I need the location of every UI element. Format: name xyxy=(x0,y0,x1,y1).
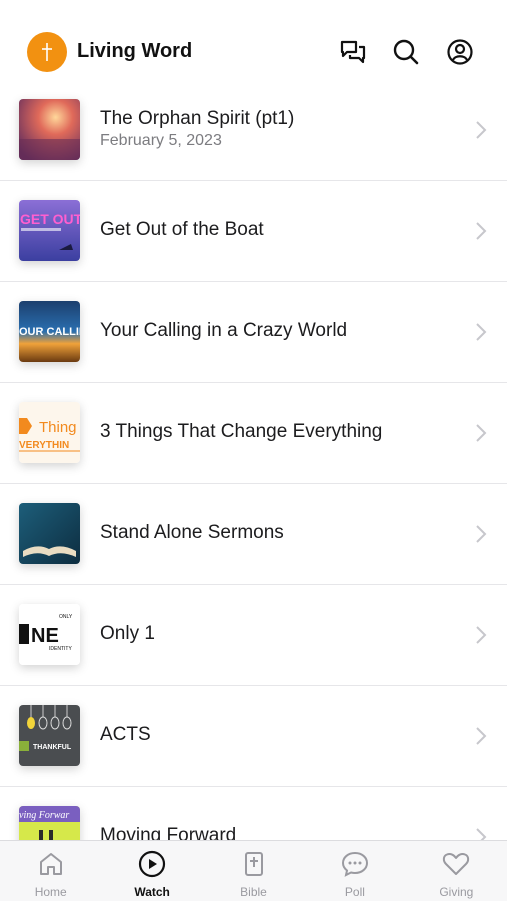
chevron-right-icon xyxy=(476,525,487,543)
series-thumbnail xyxy=(19,99,80,160)
tab-label: Poll xyxy=(344,885,365,899)
list-item[interactable]: OUR CALLIN Your Calling in a Crazy World xyxy=(0,282,507,383)
profile-icon xyxy=(447,39,473,65)
series-thumbnail: GET OUT xyxy=(19,200,80,261)
svg-text:IDENTITY: IDENTITY xyxy=(49,646,72,652)
item-title: Stand Alone Sermons xyxy=(100,522,284,543)
item-title: The Orphan Spirit (pt1) xyxy=(100,108,295,129)
tab-label: Bible xyxy=(240,885,267,899)
app-header: Living Word xyxy=(0,0,507,92)
series-thumbnail: THANKFUL xyxy=(19,705,80,766)
list-item[interactable]: The Orphan Spirit (pt1) February 5, 2023 xyxy=(0,80,507,181)
tab-home[interactable]: Home xyxy=(0,841,101,901)
series-thumbnail: Thing VERYTHIN xyxy=(19,402,80,463)
tab-label: Watch xyxy=(134,885,170,899)
list-item[interactable]: ONLY NE IDENTITY Only 1 xyxy=(0,585,507,686)
item-title: 3 Things That Change Everything xyxy=(100,421,383,442)
svg-text:ONLY: ONLY xyxy=(59,614,73,620)
tab-bible[interactable]: Bible xyxy=(203,841,304,901)
search-icon xyxy=(393,39,419,65)
tab-poll[interactable]: Poll xyxy=(304,841,405,901)
svg-text:VERYTHIN: VERYTHIN xyxy=(19,440,69,451)
search-button[interactable] xyxy=(391,37,421,67)
list-item[interactable]: Thing VERYTHIN 3 Things That Change Ever… xyxy=(0,383,507,484)
chat-bubbles-icon xyxy=(340,40,366,64)
chevron-right-icon xyxy=(476,323,487,341)
chevron-right-icon xyxy=(476,121,487,139)
item-title: Your Calling in a Crazy World xyxy=(100,320,348,341)
series-thumbnail: ONLY NE IDENTITY xyxy=(19,604,80,665)
sermon-series-list: The Orphan Spirit (pt1) February 5, 2023… xyxy=(0,80,507,888)
svg-text:NE: NE xyxy=(31,625,59,647)
item-title: Get Out of the Boat xyxy=(100,219,264,240)
app-title: Living Word xyxy=(77,40,193,62)
messages-button[interactable] xyxy=(338,37,368,67)
tab-label: Home xyxy=(34,885,67,899)
chevron-right-icon xyxy=(476,727,487,745)
list-item[interactable]: THANKFUL ACTS xyxy=(0,686,507,787)
series-thumbnail: OUR CALLIN xyxy=(19,301,80,362)
chevron-right-icon xyxy=(476,626,487,644)
tab-watch[interactable]: Watch xyxy=(101,841,202,901)
svg-text:GET OUT: GET OUT xyxy=(20,211,80,227)
svg-text:ving Forwar: ving Forwar xyxy=(19,810,69,821)
heart-icon xyxy=(443,852,470,875)
item-title: Only 1 xyxy=(100,623,155,644)
list-item[interactable]: GET OUT Get Out of the Boat xyxy=(0,181,507,282)
svg-text:OUR CALLIN: OUR CALLIN xyxy=(19,326,80,338)
profile-button[interactable] xyxy=(445,37,475,67)
chevron-right-icon xyxy=(476,222,487,240)
church-logo[interactable] xyxy=(27,32,67,72)
item-date: February 5, 2023 xyxy=(100,132,222,149)
chevron-right-icon xyxy=(476,424,487,442)
list-item[interactable]: Stand Alone Sermons xyxy=(0,484,507,585)
svg-text:Thing: Thing xyxy=(39,419,77,436)
tab-giving[interactable]: Giving xyxy=(406,841,507,901)
cross-icon xyxy=(42,43,52,61)
home-icon xyxy=(39,853,62,875)
bottom-tab-bar: Home Watch Bible Poll Giving xyxy=(0,840,507,901)
tab-label: Giving xyxy=(439,885,474,899)
series-thumbnail xyxy=(19,503,80,564)
item-title: ACTS xyxy=(100,724,151,745)
poll-bubble-icon xyxy=(341,851,368,877)
svg-text:THANKFUL: THANKFUL xyxy=(33,744,72,751)
play-circle-icon xyxy=(139,850,166,878)
bible-icon xyxy=(244,852,263,876)
